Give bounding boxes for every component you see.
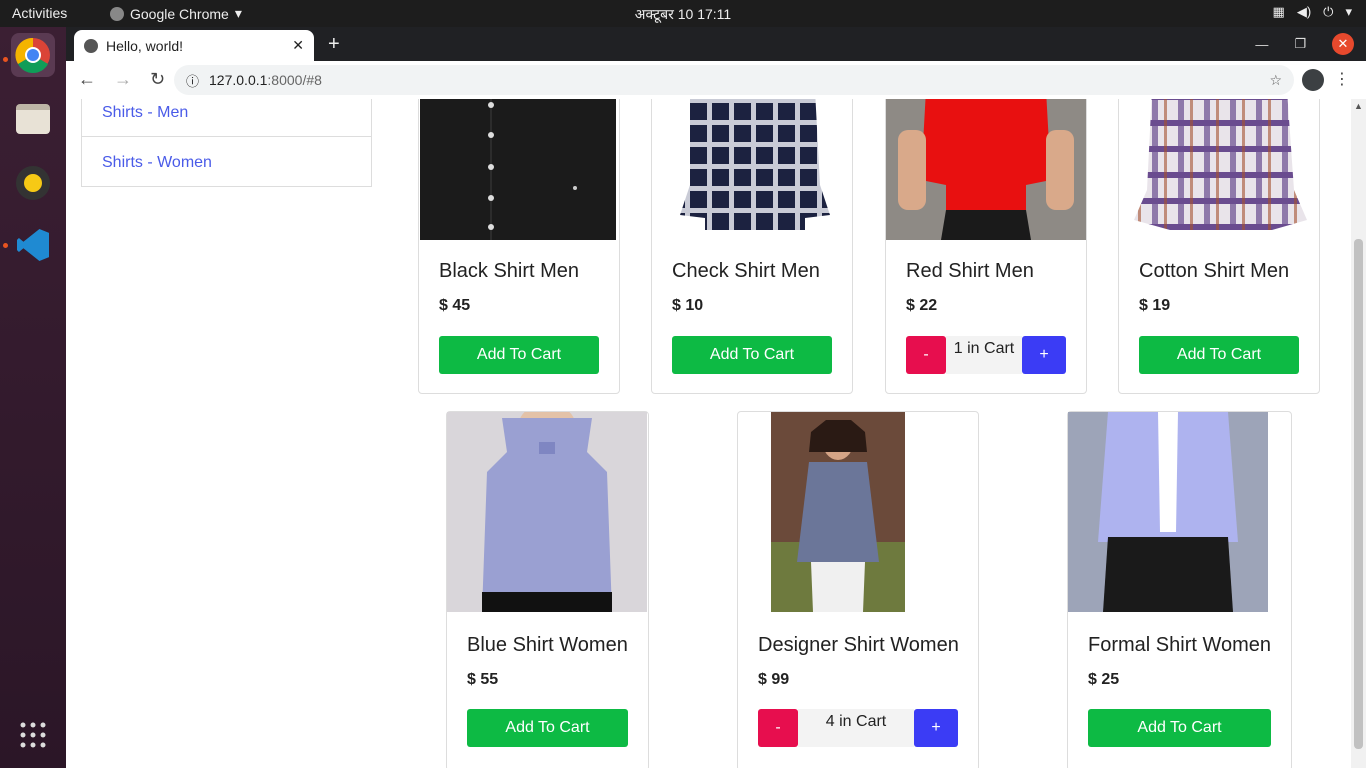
cart-quantity-stepper: - 4 in Cart + [758,709,958,747]
chevron-down-icon: ▾ [234,5,242,21]
tab-strip: Hello, world! ✕ + — ❐ ✕ [66,27,1366,61]
url-host: 127.0.0.1 [209,72,268,88]
close-window-icon[interactable]: ✕ [1332,33,1354,55]
url-rest: :8000/#8 [267,72,322,88]
menu-kebab-icon[interactable]: ⋮ [1334,69,1350,89]
vscode-icon [17,229,49,261]
info-icon[interactable]: ⓘ [186,71,199,90]
product-title: Formal Shirt Women [1088,634,1272,656]
tab-title: Hello, world! [106,37,184,54]
product-image-red-shirt[interactable] [886,99,1086,240]
running-indicator [3,243,8,248]
sidebar-item-shirts-men[interactable]: Shirts - Men [81,99,372,137]
maximize-icon[interactable]: ❐ [1294,36,1306,52]
running-indicator [3,57,8,62]
add-to-cart-button[interactable]: Add To Cart [467,709,628,747]
app-menu[interactable]: Google Chrome ▾ [110,5,242,22]
product-card: Red Shirt Men $ 22 - 1 in Cart + [885,99,1087,394]
product-image-black-shirt[interactable] [420,99,616,240]
page-viewport: Shirts - Men Shirts - Women Black Shirt … [66,99,1366,768]
new-tab-button[interactable]: + [328,33,340,56]
add-to-cart-button[interactable]: Add To Cart [672,336,832,374]
chrome-small-icon [110,6,124,21]
increase-quantity-button[interactable]: + [1022,336,1066,374]
product-card: Cotton Shirt Men $ 19 Add To Cart [1118,99,1320,394]
cart-quantity-stepper: - 1 in Cart + [906,336,1066,374]
cart-count: 1 in Cart [946,336,1022,374]
system-tray[interactable]: ▦ ◀) ⏻ ▾ [1273,4,1352,20]
product-card: Black Shirt Men $ 45 Add To Cart [418,99,620,394]
product-price: $ 25 [1088,671,1120,688]
product-title: Blue Shirt Women [467,634,628,656]
network-icon: ▦ [1272,4,1285,19]
scroll-up-icon[interactable]: ▲ [1354,101,1363,111]
system-top-bar: Activities Google Chrome ▾ अक्टूबर 10 17… [0,0,1366,27]
files-icon [16,104,50,134]
bookmark-star-icon[interactable]: ☆ [1269,72,1282,89]
product-image-cotton-shirt[interactable] [1122,99,1318,240]
browser-tab[interactable]: Hello, world! ✕ [74,30,314,61]
vscode-launcher[interactable] [11,223,55,267]
vertical-scrollbar[interactable]: ▲ [1351,99,1366,768]
forward-icon[interactable]: → [114,69,132,90]
product-price: $ 19 [1139,297,1171,314]
activities-button[interactable]: Activities [12,5,67,21]
add-to-cart-button[interactable]: Add To Cart [1088,709,1271,747]
app-name: Google Chrome [130,5,229,22]
profile-avatar-icon[interactable] [1302,69,1324,91]
decrease-quantity-button[interactable]: - [758,709,798,747]
show-apps-icon[interactable] [19,721,47,749]
product-image-designer-shirt[interactable] [771,412,905,612]
reload-icon[interactable]: ↻ [150,69,165,90]
browser-chrome: Hello, world! ✕ + — ❐ ✕ ← → ↻ ⓘ 127.0.0.… [66,27,1366,99]
files-launcher[interactable] [11,97,55,141]
product-image-blue-shirt[interactable] [447,412,647,612]
product-title: Red Shirt Men [906,260,1034,282]
back-icon[interactable]: ← [78,69,96,90]
address-bar[interactable]: ⓘ 127.0.0.1:8000/#8 ☆ [174,65,1294,95]
close-tab-icon[interactable]: ✕ [292,37,304,54]
chrome-icon [15,37,50,73]
product-price: $ 22 [906,297,938,314]
product-card: Designer Shirt Women $ 99 - 4 in Cart + [737,411,979,768]
clock[interactable]: अक्टूबर 10 17:11 [635,6,731,22]
cart-count: 4 in Cart [798,709,914,747]
product-title: Cotton Shirt Men [1139,260,1290,282]
product-image-formal-shirt[interactable] [1068,412,1268,612]
increase-quantity-button[interactable]: + [914,709,958,747]
add-to-cart-button[interactable]: Add To Cart [1139,336,1299,374]
decrease-quantity-button[interactable]: - [906,336,946,374]
chevron-down-icon: ▾ [1345,4,1352,19]
product-price: $ 10 [672,297,704,314]
rhythmbox-icon [16,166,50,200]
product-card: Formal Shirt Women $ 25 Add To Cart [1067,411,1292,768]
power-icon: ⏻ [1323,4,1334,19]
chrome-launcher[interactable] [11,33,55,77]
minimize-icon[interactable]: — [1255,37,1268,52]
rhythmbox-launcher[interactable] [11,161,55,205]
volume-icon: ◀) [1296,4,1312,19]
globe-icon [84,38,98,53]
product-title: Designer Shirt Women [758,634,959,656]
product-price: $ 99 [758,671,790,688]
add-to-cart-button[interactable]: Add To Cart [439,336,599,374]
scrollbar-thumb[interactable] [1354,239,1363,749]
product-price: $ 55 [467,671,499,688]
browser-toolbar: ← → ↻ ⓘ 127.0.0.1:8000/#8 ☆ ⋮ [66,61,1366,99]
product-title: Check Shirt Men [672,260,820,282]
category-sidebar: Shirts - Men Shirts - Women [81,99,372,187]
sidebar-item-shirts-women[interactable]: Shirts - Women [81,137,372,187]
product-card: Check Shirt Men $ 10 Add To Cart [651,99,853,394]
dock [0,27,66,768]
product-price: $ 45 [439,297,471,314]
product-title: Black Shirt Men [439,260,580,282]
product-card: Blue Shirt Women $ 55 Add To Cart [446,411,649,768]
product-image-check-shirt[interactable] [655,99,851,240]
